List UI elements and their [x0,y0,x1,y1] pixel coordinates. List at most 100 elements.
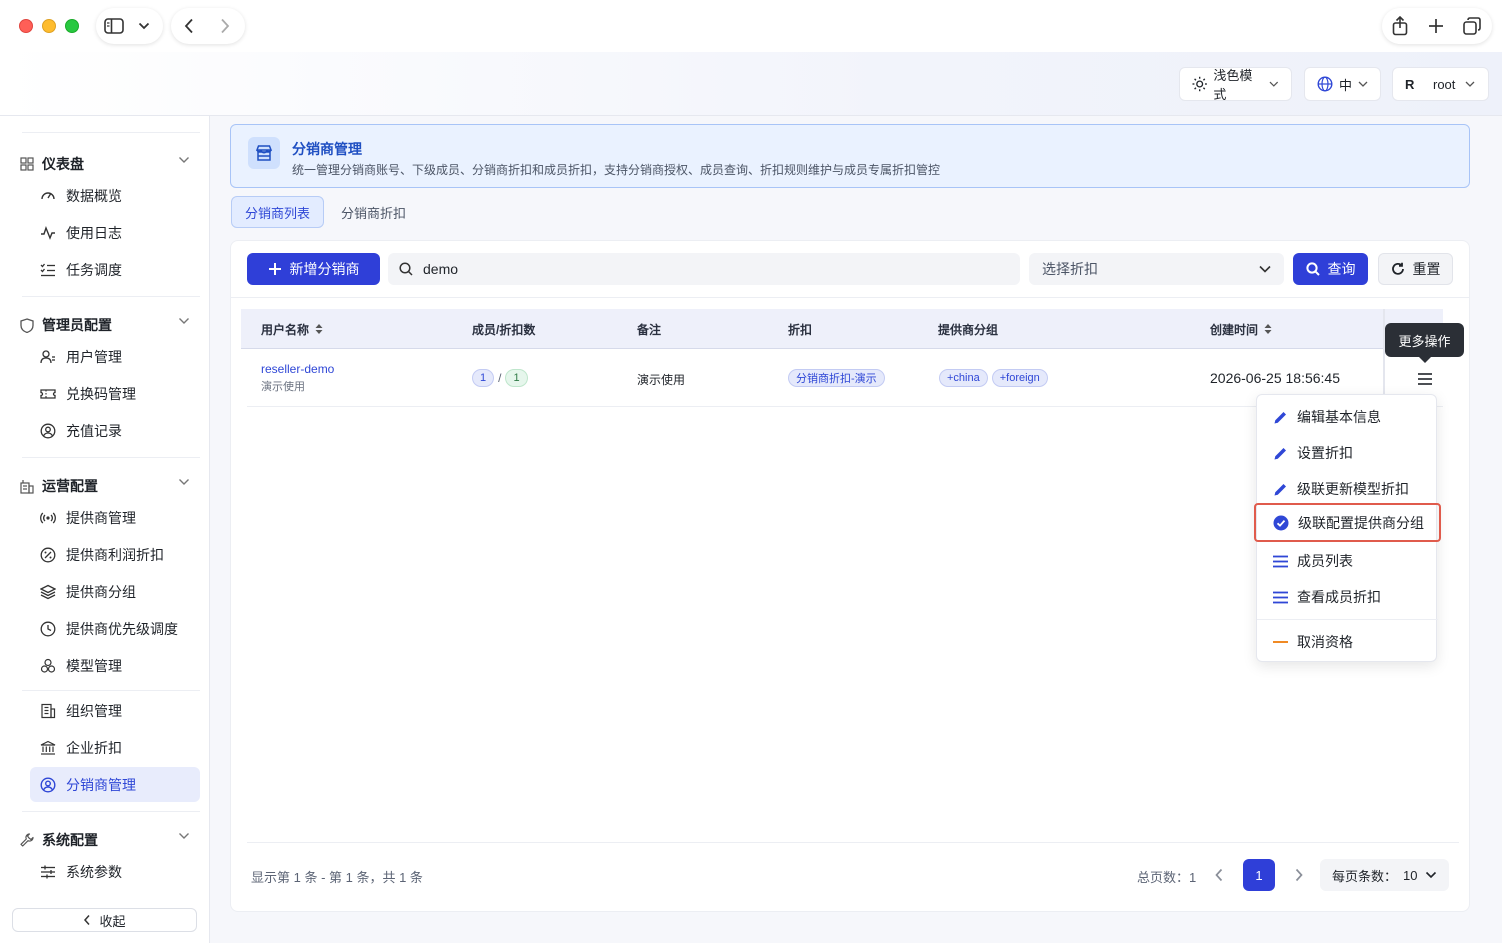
discount-count-badge: 1 [505,369,528,387]
footer-divider [247,842,1459,843]
sidebar-toggle-icon[interactable] [96,8,132,44]
sidebar-collapse-button[interactable]: 收起 [12,908,197,932]
sidebar-item-organization[interactable]: 组织管理 [30,693,200,728]
chevron-right-icon [1295,868,1303,882]
sidebar-item-label: 提供商分组 [66,583,136,600]
sidebar-item-recharge-records[interactable]: 充值记录 [30,413,200,448]
sidebar-group-operations-config[interactable]: 运营配置 [20,474,192,498]
sidebar-item-label: 用户管理 [66,348,122,365]
sidebar-divider [22,690,200,691]
reseller-username-link[interactable]: reseller-demo [261,362,334,376]
menu-item-view-member-discount[interactable]: 查看成员折扣 [1257,579,1438,615]
tab-reseller-list[interactable]: 分销商列表 [231,196,325,228]
search-input[interactable]: demo [388,253,1020,285]
sidebar-group-dashboard[interactable]: 仪表盘 [20,152,192,176]
column-header-discount: 折扣 [788,322,813,337]
page-banner: 分销商管理 统一管理分销商账号、下级成员、分销商折扣和成员折扣，支持分销商授权、… [230,124,1470,188]
sidebar-item-label: 提供商管理 [66,509,136,526]
add-reseller-button[interactable]: 新增分销商 [247,253,380,285]
sidebar-item-user-management[interactable]: 用户管理 [30,339,200,374]
sidebar-item-provider-priority[interactable]: 提供商优先级调度 [30,611,200,646]
language-switch-button[interactable]: 中 [1304,67,1381,101]
user-circle-icon [40,776,56,793]
sidebar-item-data-overview[interactable]: 数据概览 [30,178,200,213]
checklist-icon [40,263,55,276]
prev-page-button[interactable] [1203,859,1235,891]
sidebar-item-provider-profit-discount[interactable]: 提供商利润折扣 [30,537,200,572]
more-actions-tooltip: 更多操作 [1385,323,1464,357]
sidebar-item-enterprise-discount[interactable]: 企业折扣 [30,730,200,765]
list-icon [1273,591,1288,603]
menu-item-cascade-update-model-discount[interactable]: 级联更新模型折扣 [1257,471,1438,507]
member-count-badge: 1 [472,369,495,387]
chevron-down-icon [1425,871,1437,879]
menu-item-set-discount[interactable]: 设置折扣 [1257,435,1438,471]
menu-item-revoke-qualification[interactable]: 取消资格 [1257,624,1438,660]
sliders-icon [41,865,55,878]
menu-item-member-list[interactable]: 成员列表 [1257,543,1438,579]
column-header-created-at[interactable]: 创建时间 [1210,309,1272,349]
sidebar-item-provider-management[interactable]: 提供商管理 [30,500,200,535]
remark-cell: 演示使用 [637,373,686,387]
sidebar-divider [22,132,200,133]
sidebar-item-label: 数据概览 [66,187,122,204]
sidebar-item-system-params[interactable]: 系统参数 [30,854,200,889]
chevron-down-icon[interactable] [132,8,156,44]
next-page-button[interactable] [1283,859,1315,891]
sidebar-divider [22,296,200,297]
page-size-value: 10 [1403,867,1418,883]
window-minimize-button[interactable] [42,19,56,33]
sidebar-item-model-management[interactable]: 模型管理 [30,648,200,683]
sidebar-item-label: 系统参数 [66,863,122,880]
user-name: root [1433,76,1456,92]
back-arrow-icon[interactable] [171,8,207,44]
sidebar-toggle-group [96,8,163,44]
sidebar-item-label: 提供商利润折扣 [66,546,164,563]
sidebar-item-label: 使用日志 [66,224,122,241]
building-icon [20,479,34,494]
pencil-icon [1274,411,1286,423]
forward-arrow-icon[interactable] [207,8,243,44]
chevron-down-icon [1358,81,1368,87]
theme-switch-button[interactable]: 浅色模式 [1179,67,1292,102]
sidebar-group-system-config[interactable]: 系统配置 [20,828,192,852]
sidebar-item-task-schedule[interactable]: 任务调度 [30,252,200,287]
sidebar-item-reseller-management[interactable]: 分销商管理 [30,767,200,802]
new-tab-plus-icon[interactable] [1418,8,1454,44]
more-actions-button[interactable] [1411,365,1439,393]
page-button-current[interactable]: 1 [1243,859,1275,891]
sun-icon [1192,76,1207,92]
provider-group-cell: +china +foreign [939,369,1048,387]
sidebar-group-label: 运营配置 [42,478,98,494]
sidebar-group-label: 系统配置 [42,832,98,848]
tab-overview-icon[interactable] [1454,8,1490,44]
sidebar-item-provider-group[interactable]: 提供商分组 [30,574,200,609]
sidebar-item-usage-log[interactable]: 使用日志 [30,215,200,250]
count-separator: / [498,371,502,385]
tab-reseller-discount[interactable]: 分销商折扣 [328,196,419,228]
user-menu-button[interactable]: R root [1392,67,1489,101]
pencil-icon [1274,447,1286,459]
discount-select[interactable]: 选择折扣 [1029,253,1284,285]
menu-item-edit-basic-info[interactable]: 编辑基本信息 [1257,399,1438,435]
sidebar-divider [22,811,200,812]
window-close-button[interactable] [19,19,33,33]
sidebar-item-label: 模型管理 [66,657,122,674]
share-icon[interactable] [1382,8,1418,44]
query-button[interactable]: 查询 [1293,253,1368,285]
chevron-down-icon [1465,81,1475,87]
reset-button[interactable]: 重置 [1378,253,1453,285]
column-header-member-discount-count: 成员/折扣数 [472,322,536,337]
reset-label: 重置 [1412,261,1441,277]
sidebar-item-redeem-code[interactable]: 兑换码管理 [30,376,200,411]
sidebar-item-label: 任务调度 [66,261,122,278]
sidebar-group-admin-config[interactable]: 管理员配置 [20,313,192,337]
column-header-username[interactable]: 用户名称 [261,309,323,349]
window-zoom-button[interactable] [65,19,79,33]
ticket-icon [40,388,56,399]
chevron-down-icon [179,157,189,163]
pagination-info: 显示第 1 条 - 第 1 条，共 1 条 [251,870,423,885]
page-size-select[interactable]: 每页条数： 10 [1320,859,1449,891]
menu-item-cascade-config-provider-group[interactable]: 级联配置提供商分组 [1254,503,1441,542]
grid-icon [20,157,34,171]
